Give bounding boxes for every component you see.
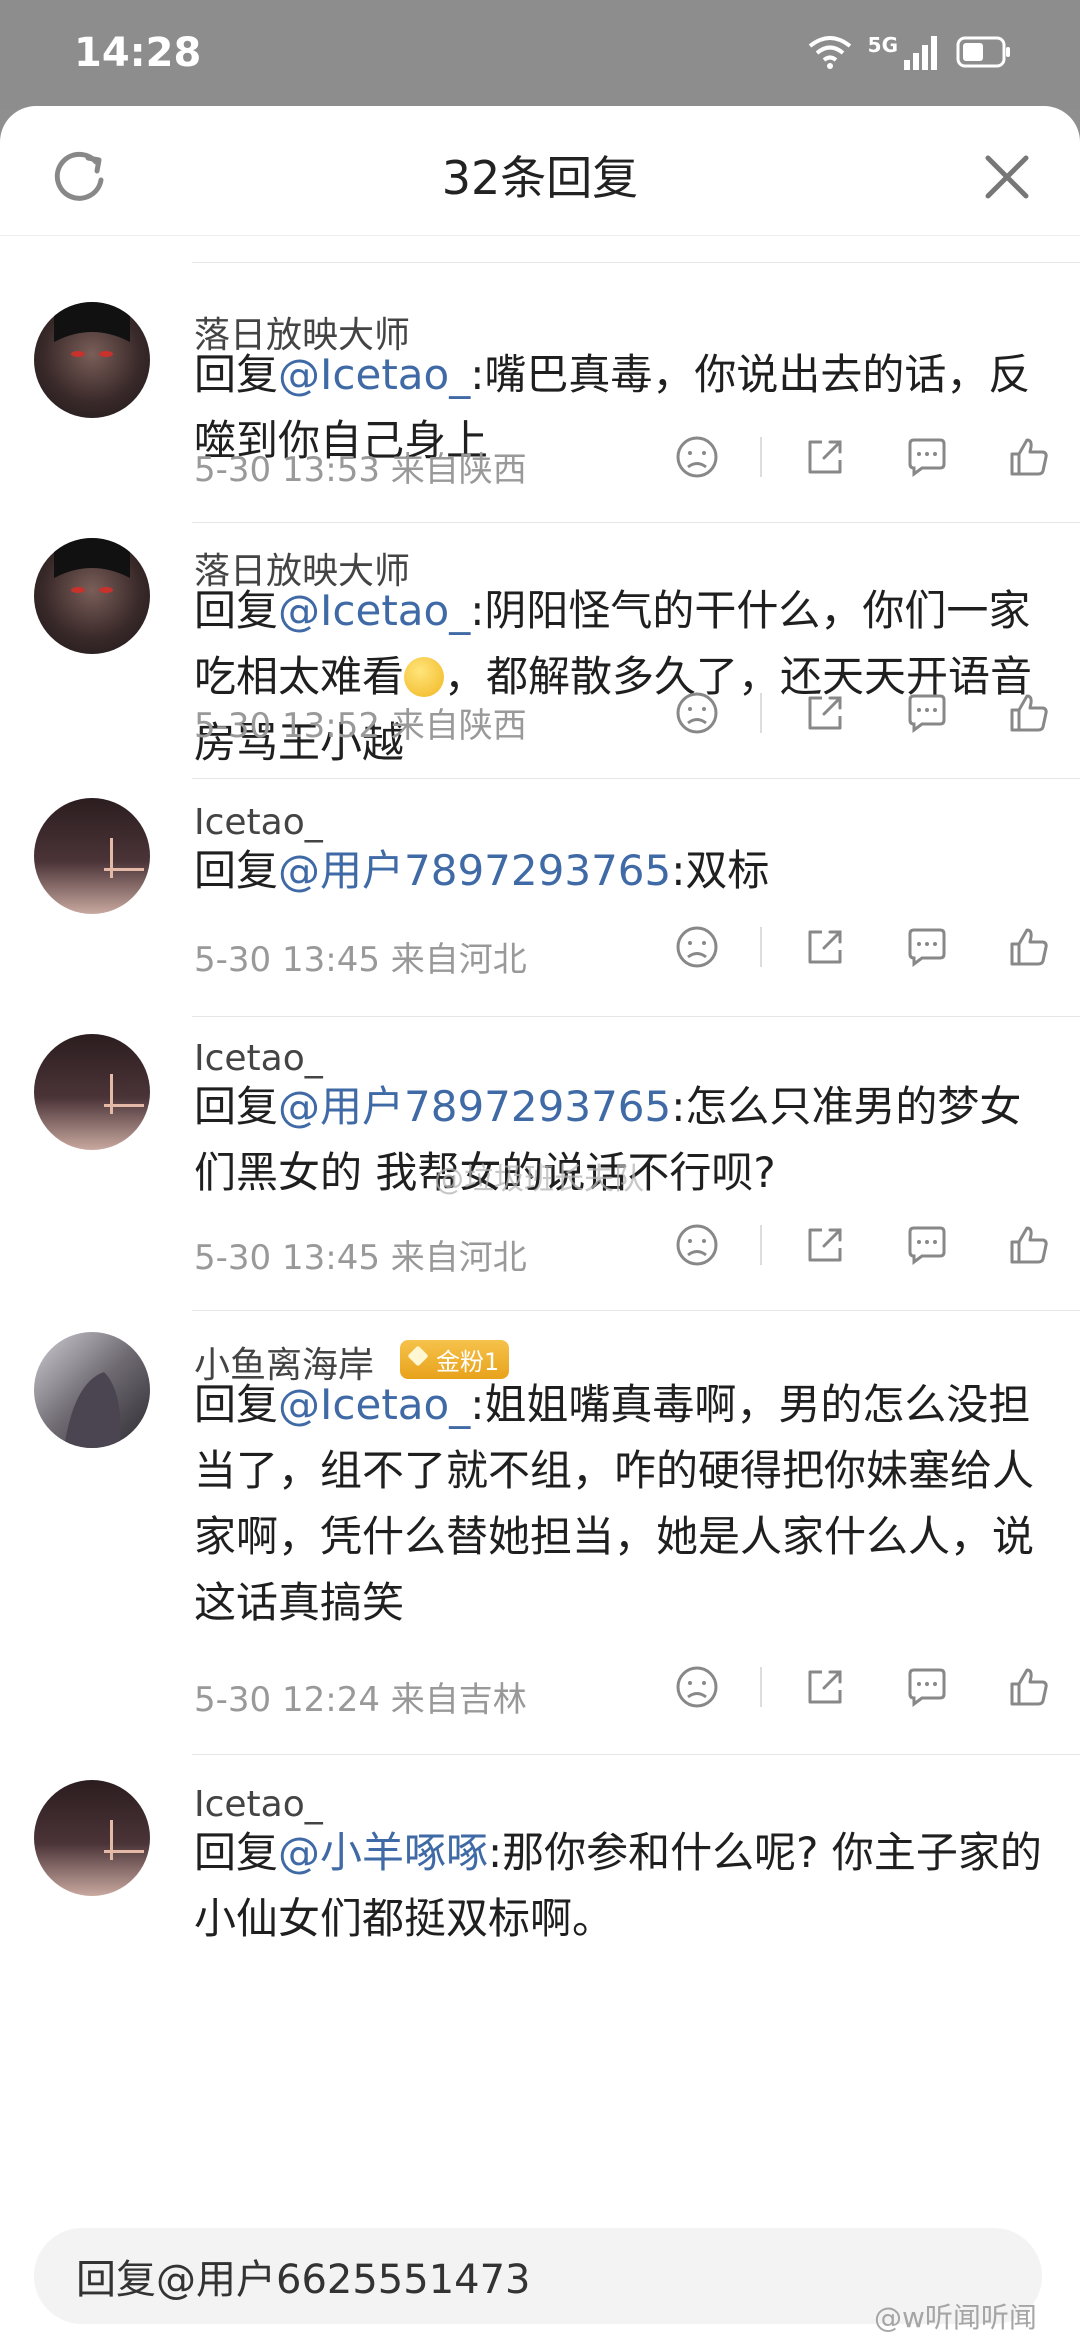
comment-meta: 5-30 13:45 来自河北 bbox=[194, 932, 527, 981]
avatar[interactable] bbox=[34, 798, 150, 914]
reply-prefix: 回复 bbox=[194, 1828, 279, 1877]
mention-link[interactable]: @Icetao_ bbox=[278, 586, 470, 635]
comment-location: 来自吉林 bbox=[390, 1680, 527, 1720]
reply-prefix: 回复 bbox=[194, 1380, 279, 1429]
dislike-icon[interactable] bbox=[674, 690, 720, 736]
avatar[interactable] bbox=[34, 1780, 150, 1896]
divider bbox=[192, 778, 1080, 779]
comment-icon[interactable] bbox=[904, 924, 950, 970]
watermark-bottom: @w听闻听闻 bbox=[874, 2301, 1037, 2334]
avatar[interactable] bbox=[34, 1332, 150, 1448]
divider bbox=[192, 522, 1080, 523]
comment-meta: 5-30 13:53 来自陕西 bbox=[194, 442, 527, 491]
signal-icon bbox=[904, 36, 937, 70]
comment-actions bbox=[618, 1222, 1052, 1268]
comment-content: :双标 bbox=[671, 846, 770, 895]
comment-actions bbox=[618, 1664, 1052, 1710]
avatar[interactable] bbox=[34, 1034, 150, 1150]
dislike-icon[interactable] bbox=[674, 1222, 720, 1268]
watermark-mid: @垃圾班长夫队 bbox=[434, 1162, 644, 1197]
comment-date: 5-30 13:52 bbox=[194, 706, 380, 746]
comment-date: 5-30 13:45 bbox=[194, 940, 380, 980]
close-icon[interactable] bbox=[974, 144, 1040, 210]
share-icon[interactable] bbox=[802, 1664, 848, 1710]
comment-actions bbox=[618, 434, 1052, 480]
separator bbox=[760, 693, 762, 733]
status-time: 14:28 bbox=[74, 30, 202, 76]
comment-location: 来自河北 bbox=[390, 1238, 527, 1278]
comment-location: 来自陕西 bbox=[390, 706, 527, 746]
dislike-icon[interactable] bbox=[674, 1664, 720, 1710]
divider bbox=[192, 1016, 1080, 1017]
share-icon[interactable] bbox=[802, 434, 848, 480]
comment-text: 回复@用户7897293765:双标 bbox=[194, 838, 1054, 904]
comment-date: 5-30 12:24 bbox=[194, 1680, 380, 1720]
dislike-icon[interactable] bbox=[674, 434, 720, 480]
comment-date: 5-30 13:53 bbox=[194, 450, 380, 490]
avatar[interactable] bbox=[34, 538, 150, 654]
share-icon[interactable] bbox=[802, 690, 848, 736]
mention-link[interactable]: @Icetao_ bbox=[278, 1380, 470, 1429]
comment-actions bbox=[618, 924, 1052, 970]
share-icon[interactable] bbox=[802, 1222, 848, 1268]
comment-icon[interactable] bbox=[904, 434, 950, 480]
comment-meta: 5-30 13:52 来自陕西 bbox=[194, 698, 527, 747]
comment-text: 回复@Icetao_:姐姐嘴真毒啊，男的怎么没担当了，组不了就不组，咋的硬得把你… bbox=[194, 1372, 1054, 1636]
comment-actions bbox=[618, 690, 1052, 736]
battery-icon bbox=[956, 36, 1010, 68]
sheet-title: 32条回复 bbox=[441, 151, 639, 205]
divider bbox=[192, 1310, 1080, 1311]
status-bar: 14:28 5G bbox=[0, 0, 1080, 110]
comment-icon[interactable] bbox=[904, 690, 950, 736]
separator bbox=[760, 437, 762, 477]
reply-prefix: 回复 bbox=[194, 586, 279, 635]
comment-location: 来自河北 bbox=[390, 940, 527, 980]
reply-prefix: 回复 bbox=[194, 350, 279, 399]
comment-username[interactable]: Icetao_ bbox=[194, 1784, 323, 1825]
divider bbox=[192, 262, 1080, 263]
comment-text: 回复@小羊啄啄:那你参和什么呢? 你主子家的小仙女们都挺双标啊。 bbox=[194, 1820, 1054, 1952]
reply-prefix: 回复 bbox=[194, 1082, 279, 1131]
mention-link[interactable]: @用户7897293765 bbox=[278, 1082, 671, 1131]
like-icon[interactable] bbox=[1006, 690, 1052, 736]
mention-link[interactable]: @小羊啄啄 bbox=[278, 1828, 488, 1877]
separator bbox=[760, 927, 762, 967]
sheet-header: 32条回复 bbox=[0, 106, 1080, 236]
smile-emoji-icon bbox=[404, 657, 445, 697]
divider bbox=[192, 1754, 1080, 1755]
replies-sheet: 32条回复 落日放映大师 回复@Icetao_:嘴巴真毒，你说出去的话，反噬到你… bbox=[0, 106, 1080, 2340]
avatar[interactable] bbox=[34, 302, 150, 418]
wifi-icon bbox=[808, 36, 851, 69]
comment-date: 5-30 13:45 bbox=[194, 1238, 380, 1278]
comment-username[interactable]: Icetao_ bbox=[194, 1038, 323, 1079]
comment-icon[interactable] bbox=[904, 1664, 950, 1710]
like-icon[interactable] bbox=[1006, 924, 1052, 970]
like-icon[interactable] bbox=[1006, 1664, 1052, 1710]
comment-meta: 5-30 13:45 来自河北 bbox=[194, 1230, 527, 1279]
comment-icon[interactable] bbox=[904, 1222, 950, 1268]
dislike-icon[interactable] bbox=[674, 924, 720, 970]
like-icon[interactable] bbox=[1006, 1222, 1052, 1268]
mention-link[interactable]: @用户7897293765 bbox=[278, 846, 671, 895]
separator bbox=[760, 1667, 762, 1707]
like-icon[interactable] bbox=[1006, 434, 1052, 480]
status-icons: 5G bbox=[806, 33, 1012, 70]
network-type-label: 5G bbox=[867, 33, 898, 57]
separator bbox=[760, 1225, 762, 1265]
comment-meta: 5-30 12:24 来自吉林 bbox=[194, 1672, 527, 1721]
comment-username[interactable]: Icetao_ bbox=[194, 802, 323, 843]
share-icon[interactable] bbox=[802, 924, 848, 970]
comment-location: 来自陕西 bbox=[390, 450, 527, 490]
reply-prefix: 回复 bbox=[194, 846, 279, 895]
mention-link[interactable]: @Icetao_ bbox=[278, 350, 470, 399]
